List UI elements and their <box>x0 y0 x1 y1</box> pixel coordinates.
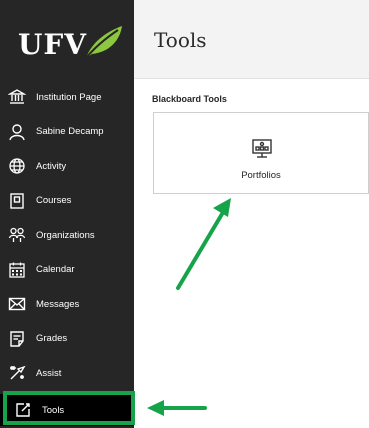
annotation-arrows <box>147 198 231 416</box>
arrow-to-tools <box>147 400 207 416</box>
arrow-to-portfolios <box>176 198 231 290</box>
